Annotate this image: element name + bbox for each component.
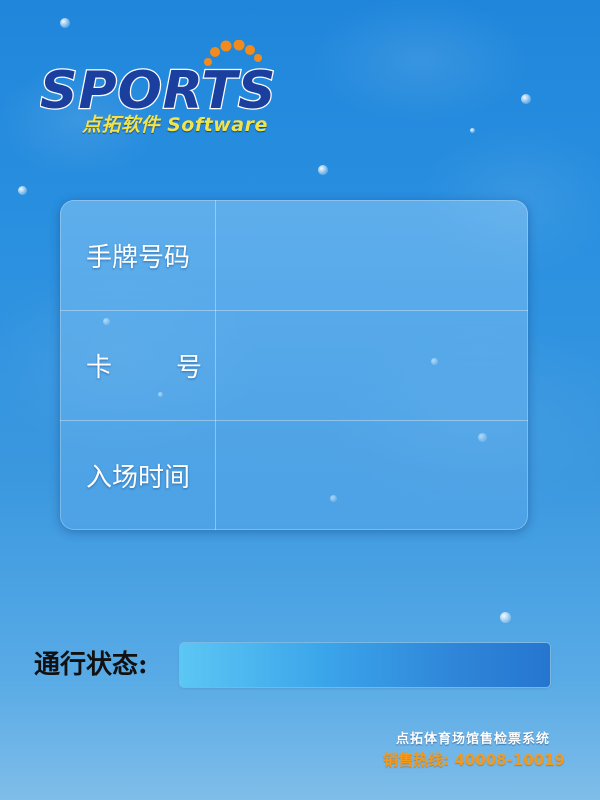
card-number-label-right: 号: [175, 352, 202, 383]
wristband-number-value: [230, 200, 508, 310]
field-row-entry-time: 入场时间: [60, 420, 528, 530]
ticket-info-panel: 手牌号码 卡 号 入场时间: [60, 200, 528, 530]
bubble-decoration: [500, 612, 511, 623]
bubble-decoration: [318, 165, 328, 175]
card-number-label-left: 卡: [86, 352, 113, 383]
card-number-label: 卡 号: [86, 310, 202, 420]
logo-graphic: SPORTS: [40, 40, 277, 112]
bubble-decoration: [470, 128, 475, 133]
sports-logo: SPORTS 点拓软件 Software: [40, 40, 300, 140]
entry-time-value: [230, 420, 508, 530]
pass-status-label: 通行状态:: [34, 650, 148, 680]
sales-hotline: 销售热线: 40008-10019: [383, 751, 565, 769]
field-row-card: 卡 号: [60, 310, 528, 421]
logo-subtitle: 点拓软件 Software: [82, 114, 268, 136]
bubble-decoration: [521, 94, 531, 104]
bubble-decoration: [60, 18, 70, 28]
entry-time-label: 入场时间: [86, 462, 191, 493]
system-name: 点拓体育场馆售检票系统: [395, 732, 550, 747]
bubble-decoration: [18, 186, 27, 195]
logo-wordmark: SPORTS: [40, 61, 276, 112]
card-number-value: [230, 310, 508, 420]
field-row-wristband: 手牌号码: [60, 200, 528, 311]
wristband-number-label: 手牌号码: [86, 242, 191, 273]
pass-status-bar: [180, 643, 550, 687]
